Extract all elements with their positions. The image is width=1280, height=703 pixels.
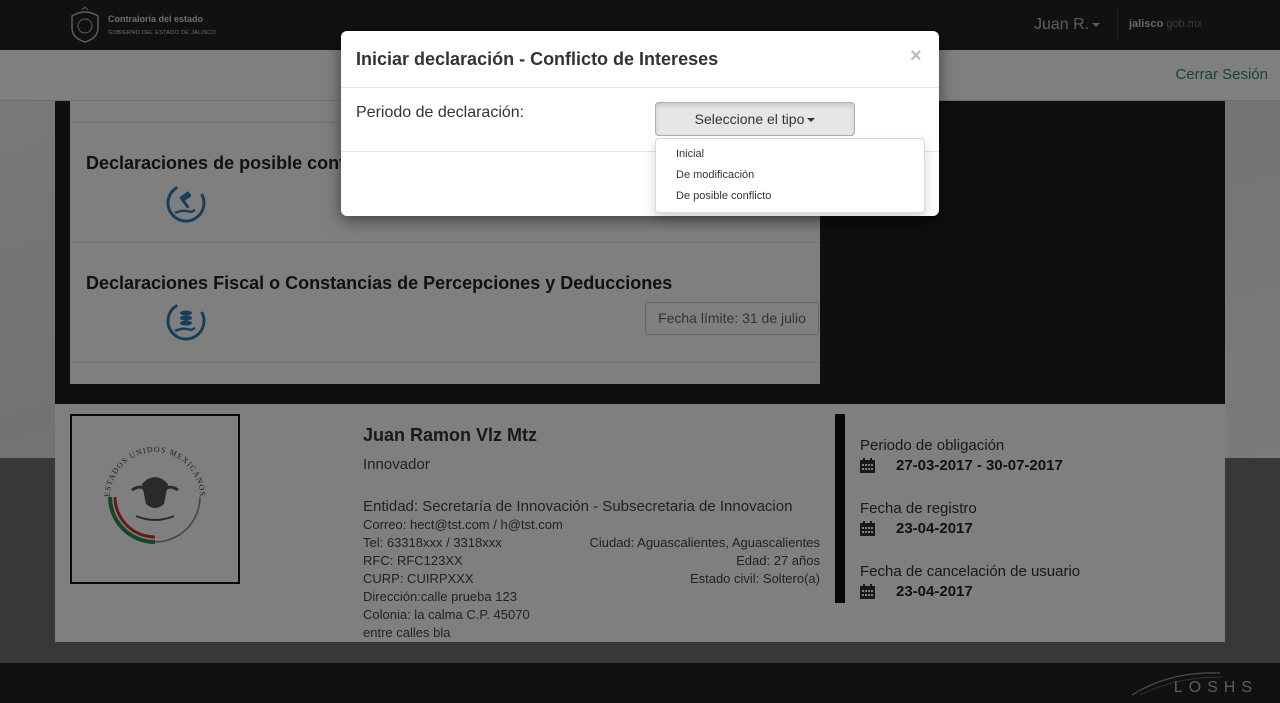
- type-select-button[interactable]: Seleccione el tipo: [655, 102, 855, 136]
- modal-header: Iniciar declaración - Conflicto de Inter…: [341, 31, 939, 88]
- period-label: Periodo de declaración:: [356, 104, 525, 121]
- select-label: Seleccione el tipo: [694, 111, 805, 127]
- option-de-posible-conflicto[interactable]: De posible conflicto: [656, 186, 924, 207]
- option-de-modificacion[interactable]: De modificación: [656, 165, 924, 186]
- option-inicial[interactable]: Inicial: [656, 144, 924, 165]
- declaration-modal: Iniciar declaración - Conflicto de Inter…: [341, 31, 939, 216]
- modal-title: Iniciar declaración - Conflicto de Inter…: [356, 49, 719, 69]
- close-button[interactable]: ×: [910, 45, 922, 68]
- caret-down-icon: [807, 118, 816, 123]
- type-dropdown-menu: Inicial De modificación De posible confl…: [655, 138, 925, 213]
